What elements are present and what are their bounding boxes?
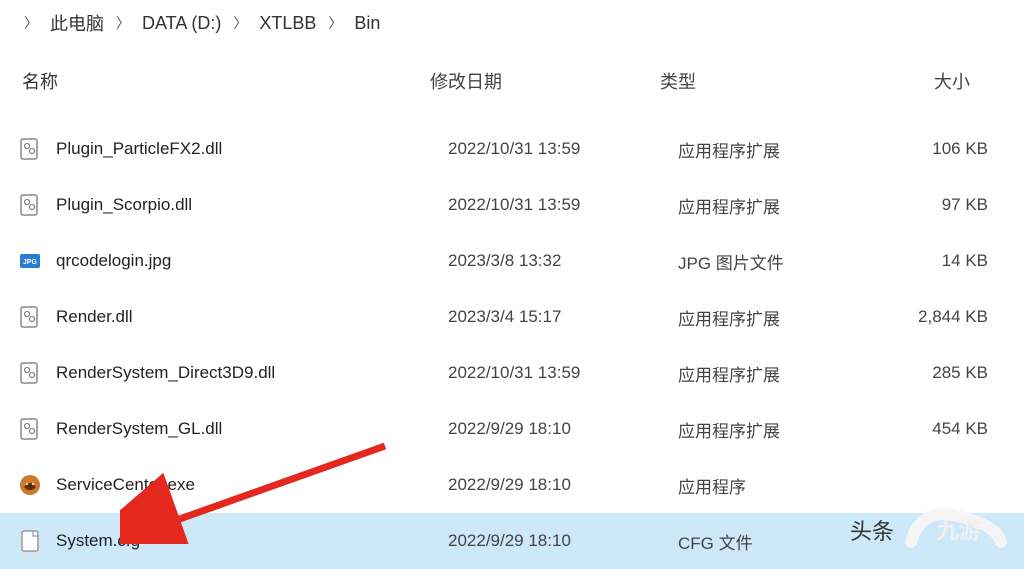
header-name[interactable]: 名称	[0, 68, 430, 94]
file-size: 285 KB	[878, 363, 1018, 383]
file-size: 97 KB	[878, 195, 1018, 215]
table-row[interactable]: qrcodelogin.jpg 2023/3/8 13:32 JPG 图片文件 …	[0, 233, 1024, 289]
file-name: RenderSystem_GL.dll	[56, 419, 222, 439]
file-date: 2022/10/31 13:59	[448, 195, 678, 215]
file-type: 应用程序扩展	[678, 417, 878, 442]
file-date: 2022/9/29 18:10	[448, 475, 678, 495]
breadcrumb-item[interactable]: Bin	[354, 13, 380, 34]
file-name: System.cfg	[56, 531, 140, 551]
watermark-text: 头条	[850, 514, 894, 546]
chevron-right-icon: 〉	[328, 13, 342, 33]
file-type: JPG 图片文件	[678, 249, 878, 274]
table-row[interactable]: ServiceCenter.exe 2022/9/29 18:10 应用程序	[0, 457, 1024, 513]
dll-icon	[18, 305, 42, 329]
file-type: 应用程序扩展	[678, 361, 878, 386]
column-headers: 名称 修改日期 类型 大小	[0, 50, 1024, 109]
svg-text:九游: 九游	[936, 518, 981, 543]
breadcrumb-item[interactable]: 此电脑	[50, 10, 104, 36]
header-date[interactable]: 修改日期	[430, 68, 660, 94]
file-name: qrcodelogin.jpg	[56, 251, 171, 271]
file-type: CFG 文件	[678, 529, 878, 554]
chevron-right-icon: 〉	[233, 13, 247, 33]
chevron-right-icon: 〉	[116, 13, 130, 33]
file-list: Plugin_ParticleFX2.dll 2022/10/31 13:59 …	[0, 121, 1024, 569]
dll-icon	[18, 193, 42, 217]
dll-icon	[18, 417, 42, 441]
breadcrumb-item[interactable]: XTLBB	[259, 13, 316, 34]
file-size: 106 KB	[878, 139, 1018, 159]
file-type: 应用程序扩展	[678, 193, 878, 218]
cfg-icon	[18, 529, 42, 553]
file-date: 2023/3/4 15:17	[448, 307, 678, 327]
file-size: 2,844 KB	[878, 307, 1018, 327]
file-name: Render.dll	[56, 307, 133, 327]
file-date: 2022/10/31 13:59	[448, 363, 678, 383]
dll-icon	[18, 137, 42, 161]
table-row[interactable]: Plugin_ParticleFX2.dll 2022/10/31 13:59 …	[0, 121, 1024, 177]
table-row[interactable]: RenderSystem_GL.dll 2022/9/29 18:10 应用程序…	[0, 401, 1024, 457]
file-date: 2022/9/29 18:10	[448, 419, 678, 439]
file-date: 2022/10/31 13:59	[448, 139, 678, 159]
table-row[interactable]: Render.dll 2023/3/4 15:17 应用程序扩展 2,844 K…	[0, 289, 1024, 345]
table-row[interactable]: Plugin_Scorpio.dll 2022/10/31 13:59 应用程序…	[0, 177, 1024, 233]
watermark-logo: 九游	[896, 500, 1016, 554]
file-size: 14 KB	[878, 251, 1018, 271]
file-name: RenderSystem_Direct3D9.dll	[56, 363, 275, 383]
file-date: 2023/3/8 13:32	[448, 251, 678, 271]
file-size: 454 KB	[878, 419, 1018, 439]
file-name: Plugin_Scorpio.dll	[56, 195, 192, 215]
file-type: 应用程序扩展	[678, 137, 878, 162]
jpg-icon	[18, 249, 42, 273]
breadcrumb: 〉 此电脑 〉 DATA (D:) 〉 XTLBB 〉 Bin	[0, 0, 1024, 50]
header-size[interactable]: 大小	[860, 68, 1000, 94]
file-type: 应用程序	[678, 473, 878, 498]
file-name: Plugin_ParticleFX2.dll	[56, 139, 222, 159]
chevron-right-icon: 〉	[24, 13, 38, 33]
dll-icon	[18, 361, 42, 385]
file-name: ServiceCenter.exe	[56, 475, 195, 495]
header-type[interactable]: 类型	[660, 68, 860, 94]
exe-icon	[18, 473, 42, 497]
table-row[interactable]: RenderSystem_Direct3D9.dll 2022/10/31 13…	[0, 345, 1024, 401]
file-date: 2022/9/29 18:10	[448, 531, 678, 551]
file-type: 应用程序扩展	[678, 305, 878, 330]
breadcrumb-item[interactable]: DATA (D:)	[142, 13, 221, 34]
